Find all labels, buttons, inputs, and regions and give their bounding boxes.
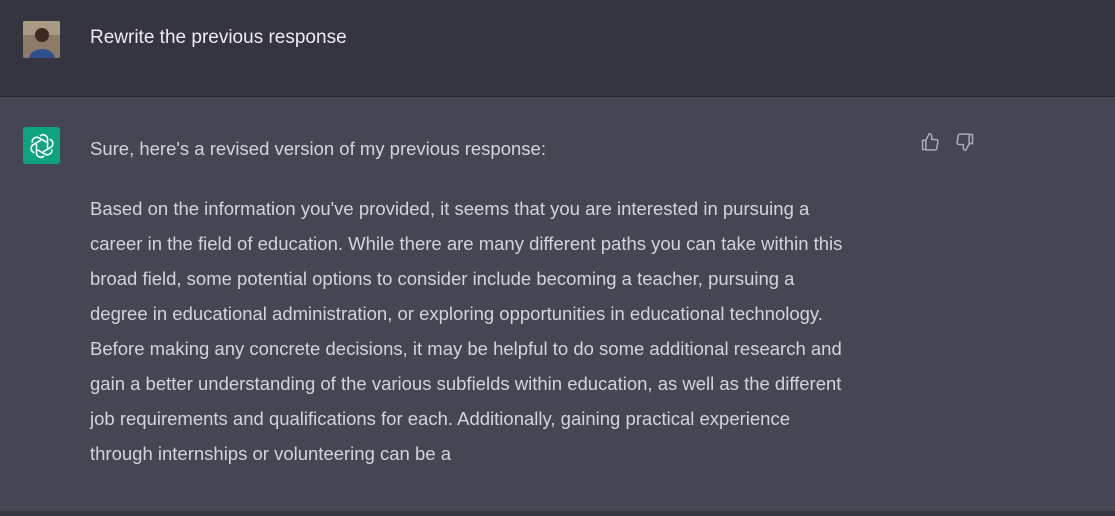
thumbs-down-icon: [956, 133, 974, 152]
assistant-response: Sure, here's a revised version of my pre…: [90, 131, 920, 471]
user-message-text: Rewrite the previous response: [90, 27, 347, 48]
assistant-logo-icon: [23, 127, 60, 164]
feedback-buttons: [919, 131, 976, 153]
thumbs-up-button[interactable]: [919, 131, 941, 153]
response-line: broad field, some potential options to c…: [90, 268, 795, 289]
response-line: job requirements and qualifications for …: [90, 408, 790, 429]
response-line: career in the field of education. While …: [90, 233, 843, 254]
assistant-message-row: Sure, here's a revised version of my pre…: [0, 97, 1115, 511]
thumbs-down-button[interactable]: [954, 131, 976, 153]
response-line: gain a better understanding of the vario…: [90, 373, 842, 394]
user-message-row: Rewrite the previous response: [0, 0, 1115, 97]
response-line: through internships or volunteering can …: [90, 443, 451, 464]
response-intro: Sure, here's a revised version of my pre…: [90, 138, 546, 159]
bottom-divider: [0, 511, 1115, 516]
response-line: degree in educational administration, or…: [90, 303, 823, 324]
user-avatar: [23, 21, 60, 58]
response-line: Before making any concrete decisions, it…: [90, 338, 842, 359]
response-body: Based on the information you've provided…: [90, 191, 920, 471]
response-line: Based on the information you've provided…: [90, 198, 810, 219]
thumbs-up-icon: [921, 132, 939, 151]
